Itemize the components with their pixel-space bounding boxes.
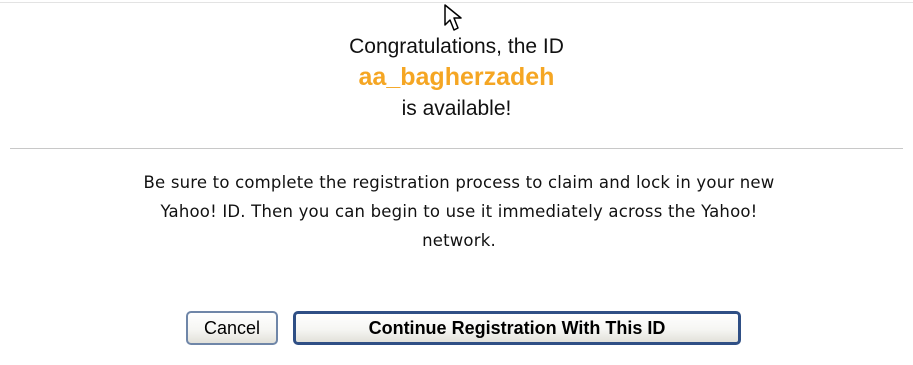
available-text: is available!	[401, 97, 512, 120]
mouse-pointer-icon	[444, 4, 462, 31]
instructions-line-3: network.	[422, 231, 496, 250]
registration-instructions: Be sure to complete the registration pro…	[40, 168, 878, 255]
congrats-text: Congratulations, the ID	[349, 35, 564, 58]
section-divider	[10, 148, 903, 149]
instructions-line-1: Be sure to complete the registration pro…	[143, 173, 775, 192]
yahoo-id-value: aa_bagherzadeh	[358, 63, 555, 91]
cancel-button[interactable]: Cancel	[186, 311, 278, 345]
availability-message: Congratulations, the ID aa_bagherzadeh i…	[0, 34, 913, 124]
instructions-line-2: Yahoo! ID. Then you can begin to use it …	[160, 202, 758, 221]
continue-registration-button[interactable]: Continue Registration With This ID	[293, 311, 741, 345]
